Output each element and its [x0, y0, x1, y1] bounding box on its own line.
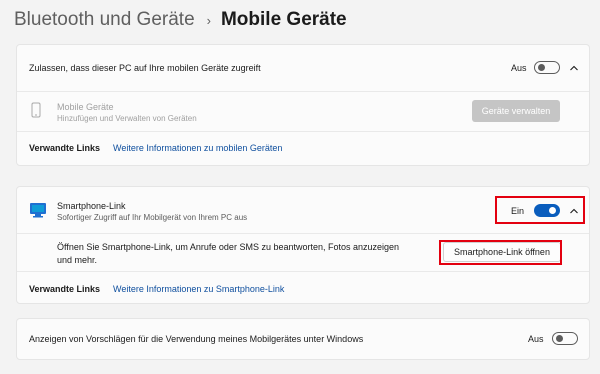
- toggle-highlight-box: [495, 196, 585, 224]
- suggestions-row[interactable]: Anzeigen von Vorschlägen für die Verwend…: [17, 319, 589, 359]
- mobile-devices-card: Zulassen, dass dieser PC auf Ihre mobile…: [16, 44, 590, 166]
- open-button-highlight-box: [439, 240, 562, 265]
- mobile-devices-info-link[interactable]: Weitere Informationen zu mobilen Geräten: [113, 143, 282, 153]
- suggestions-state: Aus: [528, 334, 544, 344]
- mobile-devices-row: Mobile Geräte Hinzufügen und Verwalten v…: [17, 91, 589, 131]
- related-links-label: Verwandte Links: [29, 284, 101, 294]
- smartphone-link-subtitle: Sofortiger Zugriff auf Ihr Mobilgerät vo…: [57, 213, 248, 222]
- chevron-up-icon[interactable]: [568, 62, 580, 74]
- allow-access-toggle[interactable]: [534, 61, 560, 74]
- breadcrumb: Bluetooth und Geräte › Mobile Geräte: [14, 6, 347, 34]
- breadcrumb-parent[interactable]: Bluetooth und Geräte: [14, 9, 195, 31]
- smartphone-link-icon: [30, 203, 46, 218]
- related-links-row: Verwandte Links Weitere Informationen zu…: [17, 131, 589, 165]
- manage-devices-button: Geräte verwalten: [472, 100, 560, 122]
- phone-icon: [31, 102, 41, 118]
- allow-access-state: Aus: [511, 63, 527, 73]
- related-links-label: Verwandte Links: [29, 143, 101, 153]
- smartphone-link-info-link[interactable]: Weitere Informationen zu Smartphone-Link: [113, 284, 284, 294]
- mobile-devices-subtitle: Hinzufügen und Verwalten von Geräten: [57, 114, 197, 123]
- related-links-row: Verwandte Links Weitere Informationen zu…: [17, 271, 589, 305]
- page-title: Mobile Geräte: [220, 9, 347, 30]
- smartphone-link-description-cont: und mehr.: [57, 255, 98, 265]
- suggestions-label: Anzeigen von Vorschlägen für die Verwend…: [29, 334, 364, 344]
- allow-access-row[interactable]: Zulassen, dass dieser PC auf Ihre mobile…: [17, 45, 589, 91]
- smartphone-link-title: Smartphone-Link: [57, 201, 126, 211]
- breadcrumb-separator: ›: [206, 12, 211, 28]
- allow-access-label: Zulassen, dass dieser PC auf Ihre mobile…: [29, 63, 261, 73]
- mobile-devices-title: Mobile Geräte: [57, 102, 114, 112]
- suggestions-card: Anzeigen von Vorschlägen für die Verwend…: [16, 318, 590, 360]
- suggestions-toggle[interactable]: [552, 332, 578, 345]
- smartphone-link-description: Öffnen Sie Smartphone-Link, um Anrufe od…: [57, 242, 400, 252]
